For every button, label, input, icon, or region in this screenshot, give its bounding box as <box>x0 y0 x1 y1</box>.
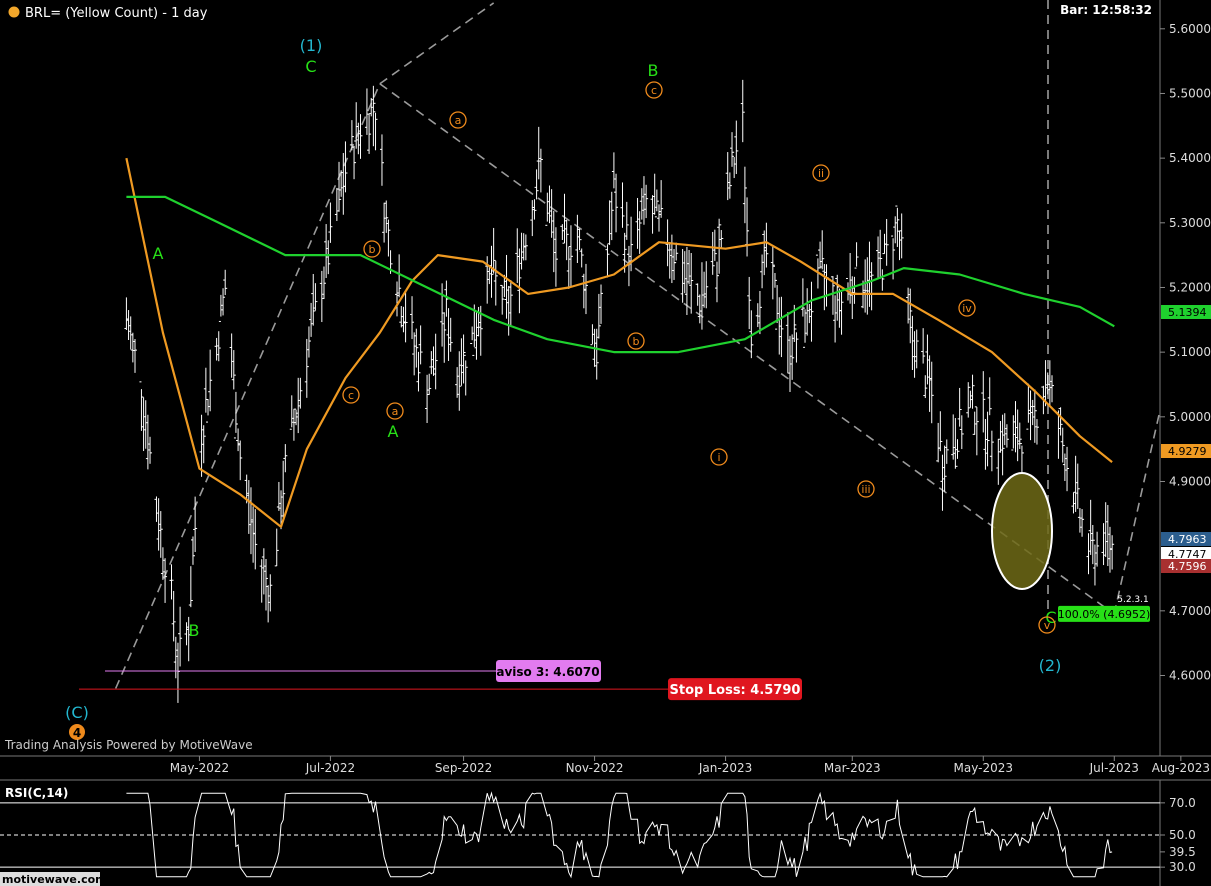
time-tick-label: May-2023 <box>954 761 1013 775</box>
price-tick-label: 4.9000 <box>1169 474 1211 488</box>
time-tick-label: May-2022 <box>170 761 229 775</box>
wave-label-green: B <box>648 61 659 80</box>
small-note-label: 5.2.3.1 <box>1117 595 1149 605</box>
time-axis: May-2022 Jul-2022 Sep-2022 Nov-2022 Jan-2023… <box>170 756 1210 775</box>
rsi-tick-label: 70.0 <box>1169 796 1196 810</box>
chart-title: BRL= (Yellow Count) - 1 day <box>25 6 208 21</box>
stop-loss-label: Stop Loss: 4.5790 <box>670 683 801 698</box>
wave-label-cyan: (1) <box>300 36 323 55</box>
wave-label-orange: b <box>369 243 376 256</box>
price-tick-label: 5.3000 <box>1169 216 1211 230</box>
rsi-title: RSI(C,14) <box>5 786 68 800</box>
time-tick-label: Nov-2022 <box>566 761 624 775</box>
price-tick-label: 4.7000 <box>1169 604 1211 618</box>
wave-label-green: A <box>153 244 164 263</box>
wave-label-orange: a <box>392 405 399 418</box>
rsi-panel[interactable] <box>0 780 1160 886</box>
wave-label-orange: c <box>651 84 657 97</box>
price-tick-label: 5.6000 <box>1169 22 1211 36</box>
time-tick-label: Jan-2023 <box>698 761 752 775</box>
price-tick-label: 4.6000 <box>1169 669 1211 683</box>
time-tick-label: Sep-2022 <box>435 761 493 775</box>
rsi-tick-label: 39.5 <box>1169 845 1196 859</box>
powered-by-text: Trading Analysis Powered by MotiveWave <box>4 738 253 752</box>
target-zone-ellipse <box>991 472 1053 590</box>
rsi-tick-label: 30.0 <box>1169 860 1196 874</box>
time-tick-label: Aug-2023 <box>1152 761 1210 775</box>
wave-label-green: B <box>189 621 200 640</box>
wave-label-orange: iii <box>861 483 870 496</box>
wave-label-green: C <box>305 57 316 76</box>
wave-label-orange: i <box>717 451 720 464</box>
price-tag-label: 4.7596 <box>1168 560 1207 573</box>
price-tick-label: 5.5000 <box>1169 86 1211 100</box>
price-tick-label: 5.1000 <box>1169 345 1211 359</box>
wave-label-orange: b <box>633 335 640 348</box>
price-tag-label: 4.9279 <box>1168 445 1207 458</box>
rsi-tick-label: 50.0 <box>1169 828 1196 842</box>
wave-label-cyan: (C) <box>65 703 89 722</box>
price-tick-label: 5.2000 <box>1169 280 1211 294</box>
target-label: 100.0% (4.6952) <box>1058 608 1151 621</box>
price-tick-label: 5.4000 <box>1169 151 1211 165</box>
wave-label-orange: v <box>1044 619 1051 632</box>
wave-label-orange: iv <box>962 302 972 315</box>
aviso-label: aviso 3: 4.6070 <box>496 665 599 679</box>
motivewave-logo: motivewave.com <box>2 873 107 886</box>
price-axis: 5.6000 5.5000 5.4000 5.3000 5.2000 5.1000 5.00… <box>1160 22 1211 683</box>
symbol-color-dot <box>8 6 20 18</box>
time-tick-label: Jul-2023 <box>1089 761 1139 775</box>
wave-label-orange: a <box>455 114 462 127</box>
wave-label-cyan: (2) <box>1039 656 1062 675</box>
wave-label-orange: ii <box>818 167 824 180</box>
price-tag-label: 4.7963 <box>1168 533 1207 546</box>
price-tag-label: 5.1394 <box>1168 306 1207 319</box>
price-tick-label: 5.0000 <box>1169 410 1211 424</box>
time-tick-label: Mar-2023 <box>824 761 881 775</box>
wave-label-orange: c <box>348 389 354 402</box>
bar-time: Bar: 12:58:32 <box>1060 3 1152 17</box>
chart-canvas[interactable]: 5.6000 5.5000 5.4000 5.3000 5.2000 5.1000 5.00… <box>0 0 1211 886</box>
time-tick-label: Jul-2022 <box>305 761 355 775</box>
wave-label-green: A <box>388 422 399 441</box>
